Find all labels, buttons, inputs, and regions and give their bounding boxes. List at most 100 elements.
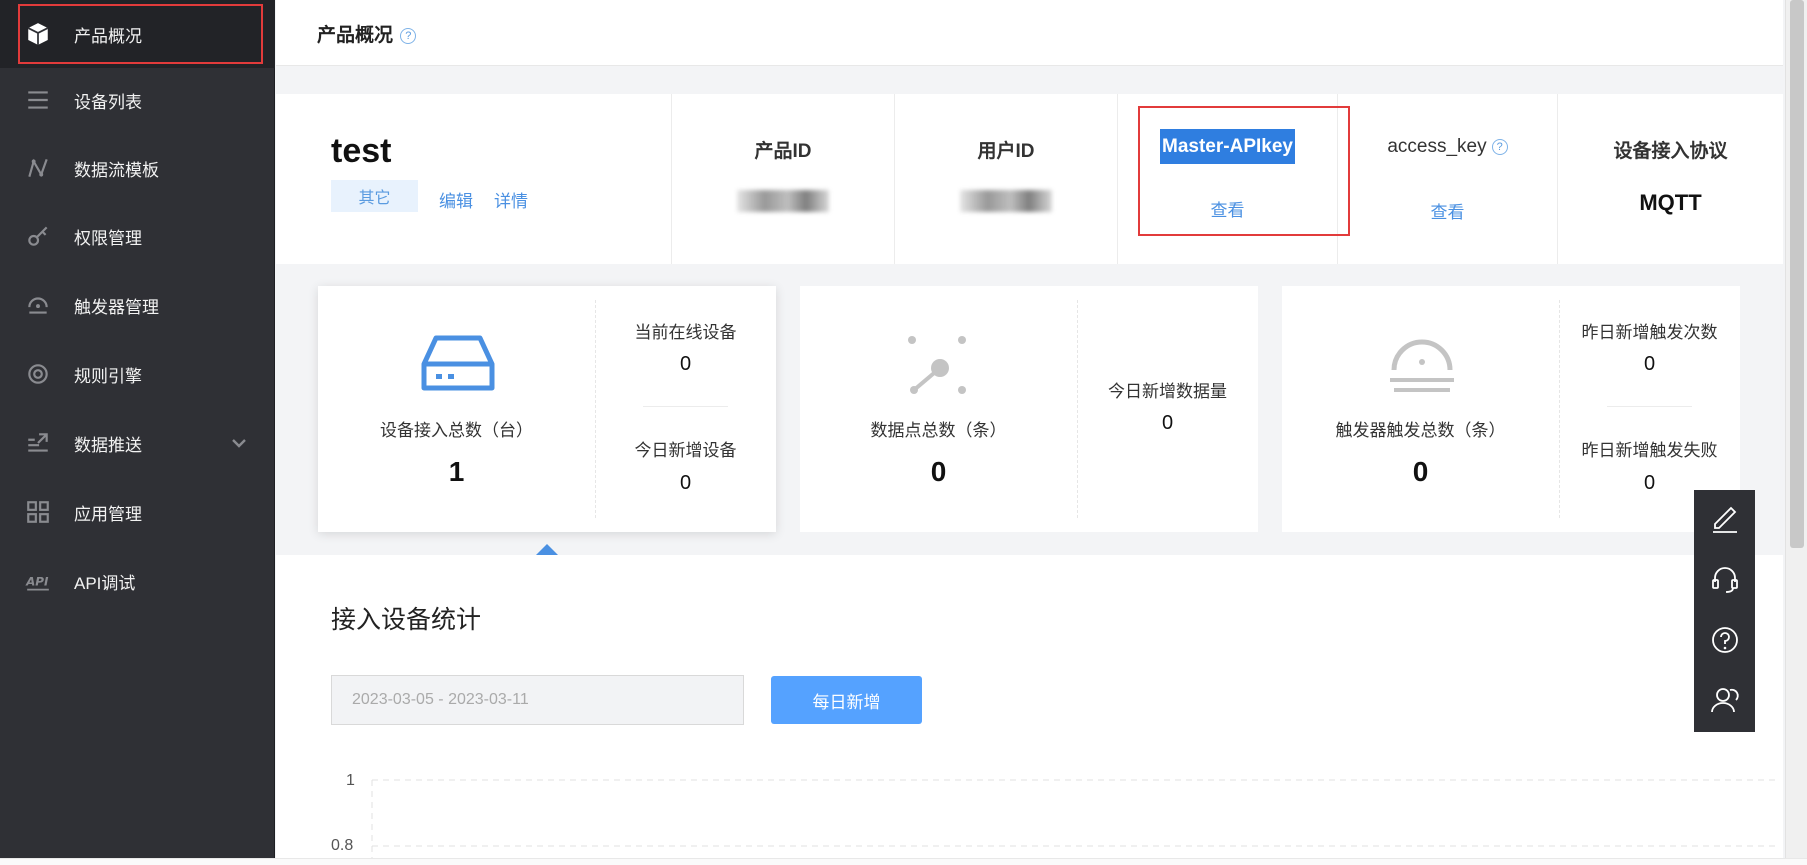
help-icon[interactable]: ?	[400, 27, 417, 44]
page-header: 产品概况 ?	[276, 0, 1783, 66]
active-card-pointer	[536, 544, 558, 555]
trigger-icon	[22, 289, 54, 321]
page-title: 产品概况 ?	[317, 20, 417, 47]
rule-engine-icon	[22, 358, 54, 390]
question-icon	[1711, 627, 1738, 653]
datapoint-total-label: 数据点总数（条）	[870, 421, 1007, 440]
edit-icon	[1712, 506, 1737, 533]
new-devices-label: 今日新增设备	[634, 441, 737, 460]
help-icon[interactable]: ?	[1491, 138, 1508, 155]
help-button[interactable]	[1694, 610, 1755, 670]
edit-link[interactable]: 编辑	[439, 187, 473, 212]
user-support-icon	[1710, 688, 1739, 713]
access-key-text: access_key	[1387, 136, 1487, 157]
sidebar-item-label: 触发器管理	[74, 297, 159, 317]
master-apikey-field: Master-APIkey 查看	[1117, 94, 1337, 264]
sidebar-item-api-debug[interactable]: API API调试	[0, 547, 275, 615]
key-icon	[22, 220, 54, 252]
sidebar-item-app-management[interactable]: 应用管理	[0, 478, 275, 546]
sidebar-item-device-list[interactable]: 设备列表	[0, 66, 275, 134]
sidebar-item-label: 设备列表	[74, 92, 142, 112]
datapoint-total-value: 0	[930, 456, 947, 487]
list-icon	[22, 84, 54, 116]
sidebar-item-product-overview[interactable]: 产品概况	[0, 0, 275, 68]
yesterday-triggers-label: 昨日新增触发次数	[1581, 323, 1718, 342]
trigger-icon	[1390, 339, 1454, 392]
sidebar-item-permission[interactable]: 权限管理	[0, 202, 275, 270]
protocol-label: 设备接入协议	[1613, 141, 1728, 162]
device-total-label: 设备接入总数（台）	[380, 421, 533, 440]
redacted-value	[960, 190, 1052, 212]
device-stats-card[interactable]: 设备接入总数（台） 1 当前在线设备 0 今日新增设备 0	[318, 286, 776, 532]
new-devices-value: 0	[679, 472, 692, 494]
user-id-label: 用户ID	[977, 141, 1035, 162]
datapoint-stats-card[interactable]: 数据点总数（条） 0 今日新增数据量 0	[800, 286, 1258, 532]
y-tick-label: 1	[346, 772, 355, 789]
date-range-picker[interactable]: 2023-03-05 - 2023-03-11	[331, 675, 744, 725]
sidebar-item-label: 产品概况	[74, 26, 142, 46]
device-statistics-panel: 接入设备统计 2023-03-05 - 2023-03-11 每日新增 1 0.…	[276, 555, 1783, 865]
sidebar-item-label: API调试	[74, 573, 136, 593]
sidebar-item-trigger[interactable]: 触发器管理	[0, 271, 275, 339]
api-icon: API	[22, 565, 54, 597]
protocol-field: 设备接入协议 MQTT	[1557, 94, 1783, 264]
headset-icon	[1711, 567, 1738, 593]
user-id-value	[895, 190, 1117, 218]
redacted-value	[737, 190, 829, 212]
apps-grid-icon	[22, 496, 54, 528]
sidebar-item-label: 规则引擎	[74, 366, 142, 386]
server-icon	[421, 335, 495, 391]
dataflow-icon	[22, 152, 54, 184]
master-apikey-label: Master-APIkey	[1118, 129, 1337, 164]
cube-icon	[22, 18, 54, 50]
product-id-value	[672, 190, 894, 218]
daily-new-button[interactable]: 每日新增	[771, 676, 922, 724]
sidebar-item-rule-engine[interactable]: 规则引擎	[0, 340, 275, 408]
divider	[643, 406, 728, 407]
access-key-label: access_key?	[1338, 136, 1557, 158]
protocol-value: MQTT	[1639, 190, 1702, 215]
datapoints-icon	[908, 336, 966, 394]
device-chart: 1 0.8	[276, 750, 1783, 865]
push-icon	[22, 427, 54, 459]
sidebar-item-label: 应用管理	[74, 504, 142, 524]
y-tick-label: 0.8	[331, 837, 354, 854]
access-key-field: access_key? 查看	[1337, 94, 1557, 264]
product-id-label: 产品ID	[754, 141, 812, 162]
divider	[1607, 406, 1692, 407]
access-key-link-wrap: 查看	[1338, 198, 1557, 223]
yesterday-triggers-value: 0	[1643, 353, 1656, 375]
device-total-value: 1	[448, 456, 465, 487]
page-title-text: 产品概况	[317, 25, 394, 46]
online-devices-label: 当前在线设备	[634, 323, 737, 342]
customer-service-button[interactable]	[1694, 670, 1755, 730]
scrollbar-thumb[interactable]	[1790, 0, 1804, 548]
access-key-view-link[interactable]: 查看	[1431, 203, 1465, 222]
product-info: test 其它 编辑 详情 产品ID 用户ID Master-APIkey 查看…	[276, 94, 1783, 264]
vertical-scrollbar[interactable]	[1785, 0, 1807, 865]
sidebar-item-label: 数据推送	[74, 435, 142, 455]
new-data-label: 今日新增数据量	[1108, 382, 1227, 401]
sidebar-item-data-push[interactable]: 数据推送	[0, 409, 275, 477]
trigger-total-value: 0	[1412, 456, 1429, 487]
statistics-title: 接入设备统计	[331, 606, 482, 634]
user-id-field: 用户ID	[894, 94, 1117, 264]
product-name: test	[331, 132, 392, 170]
svg-text:API: API	[25, 574, 49, 588]
divider	[1077, 300, 1078, 518]
trigger-total-label: 触发器触发总数（条）	[1335, 421, 1506, 440]
sidebar: 产品概况 设备列表 数据流模板 权限管理 触发器管理 规则引擎 数据推送 应用管…	[0, 0, 275, 865]
details-link[interactable]: 详情	[494, 187, 528, 212]
feedback-button[interactable]	[1694, 490, 1755, 550]
chevron-down-icon[interactable]	[229, 433, 249, 453]
sidebar-item-dataflow-template[interactable]: 数据流模板	[0, 134, 275, 202]
chart-gridlines	[371, 779, 1780, 865]
online-devices-value: 0	[679, 353, 692, 375]
trigger-stats-card[interactable]: 触发器触发总数（条） 0 昨日新增触发次数 0 昨日新增触发失败 0	[1282, 286, 1740, 532]
support-button[interactable]	[1694, 550, 1755, 610]
master-apikey-view-link[interactable]: 查看	[1211, 201, 1245, 220]
master-apikey-link-wrap: 查看	[1118, 196, 1337, 221]
yesterday-failures-label: 昨日新增触发失败	[1581, 441, 1718, 460]
floating-toolbar	[1694, 490, 1755, 732]
sidebar-item-label: 数据流模板	[74, 160, 159, 180]
